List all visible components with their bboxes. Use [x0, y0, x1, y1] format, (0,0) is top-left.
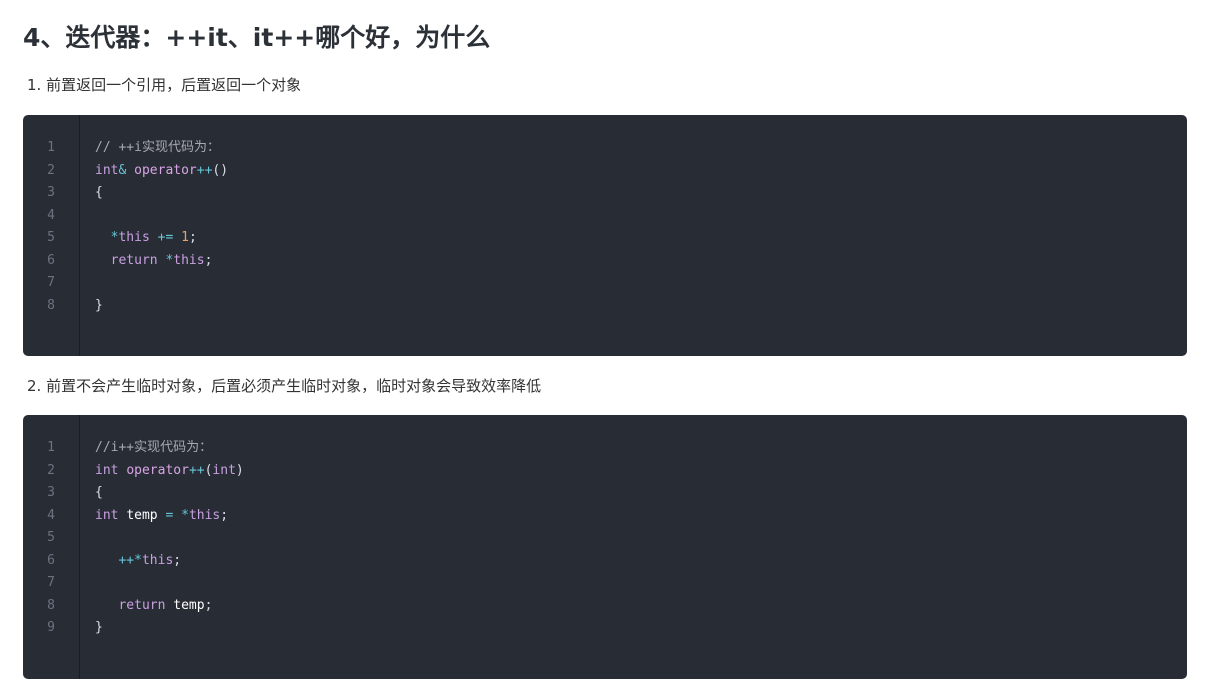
line-number: 1	[47, 440, 55, 455]
section-heading: 4、迭代器：++it、it++哪个好，为什么	[23, 23, 491, 52]
code-line: 1 //i++实现代码为：	[23, 437, 1187, 460]
code-text: {	[95, 485, 103, 500]
code-text: }	[95, 297, 103, 313]
line-number: 4	[47, 207, 55, 223]
code-lines: 1//i++实现代码为： 2 int operator++(int) 3{4 int t…	[23, 437, 1187, 640]
line-number: 1	[47, 140, 55, 155]
code-line: 2 int& operator++()	[23, 160, 1187, 183]
code-line: 6 return *this;	[23, 250, 1187, 273]
code-text: int& operator++()	[95, 162, 229, 178]
line-number: 5	[47, 530, 55, 545]
code-line: 2 int operator++(int)	[23, 460, 1187, 483]
code-line: 4 int temp = *this;	[23, 505, 1187, 528]
point-1-text: 1. 前置返回一个引用，后置返回一个对象	[27, 76, 302, 94]
code-text: int temp = *this;	[95, 507, 229, 523]
code-line: 9}	[23, 617, 1187, 640]
code-text: int operator++(int)	[95, 462, 244, 478]
code-line: 8}	[23, 295, 1187, 318]
code-block-2[interactable]: 1//i++实现代码为： 2 int operator++(int) 3{4 int t…	[23, 415, 1187, 679]
code-line: 5 *this += 1;	[23, 227, 1187, 250]
code-line: 1 // ++i实现代码为：	[23, 137, 1187, 160]
code-line: 7	[23, 572, 1187, 595]
line-number: 8	[47, 297, 55, 313]
line-number: 5	[47, 230, 55, 245]
line-number: 8	[47, 597, 55, 613]
code-text: return *this;	[110, 252, 213, 268]
line-number: 2	[47, 462, 55, 478]
code-text: ++*this;	[118, 552, 182, 568]
line-number: 2	[47, 162, 55, 178]
code-text: {	[95, 185, 103, 200]
code-text: // ++i实现代码为：	[95, 140, 220, 155]
line-number: 3	[47, 485, 55, 500]
line-number: 6	[47, 252, 55, 268]
line-number: 7	[47, 275, 55, 290]
code-text: return temp;	[118, 597, 213, 613]
code-lines: 1// ++i实现代码为： 2 int& operator++() 3{4 5 *thi…	[23, 137, 1187, 317]
code-line: 6 ++*this;	[23, 550, 1187, 573]
code-line: 3{	[23, 182, 1187, 205]
line-number: 4	[47, 507, 55, 523]
line-number: 7	[47, 575, 55, 590]
code-line: 5	[23, 527, 1187, 550]
code-text: }	[95, 620, 103, 635]
line-number: 9	[47, 620, 55, 635]
code-text: *this += 1;	[110, 230, 197, 245]
code-line: 3{	[23, 482, 1187, 505]
point-2-text: 2. 前置不会产生临时对象，后置必须产生临时对象，临时对象会导致效率降低	[27, 377, 542, 395]
line-number: 6	[47, 552, 55, 568]
code-text: //i++实现代码为：	[95, 440, 213, 455]
line-number: 3	[47, 185, 55, 200]
code-block-1[interactable]: 1// ++i实现代码为： 2 int& operator++() 3{4 5 *thi…	[23, 115, 1187, 356]
code-line: 4	[23, 205, 1187, 228]
code-line: 8 return temp;	[23, 595, 1187, 618]
code-line: 7	[23, 272, 1187, 295]
